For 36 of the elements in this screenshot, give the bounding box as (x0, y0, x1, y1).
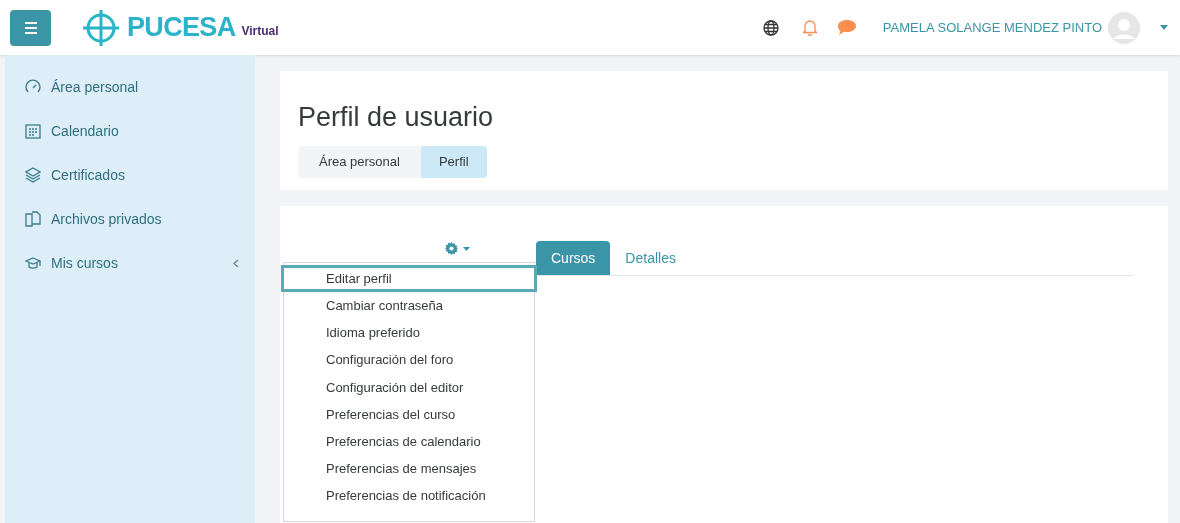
bell-icon[interactable] (802, 19, 817, 36)
breadcrumb-item[interactable]: Perfil (420, 145, 487, 178)
menu-item[interactable]: Preferencias del curso (284, 400, 534, 429)
logo-text: PUCESA (127, 11, 236, 45)
menu-item[interactable]: Configuración del foro (284, 346, 534, 374)
calendar-icon (25, 123, 41, 139)
menu-item[interactable]: Configuración del editor (284, 373, 534, 401)
menu-item[interactable]: Idioma preferido (284, 319, 534, 347)
caret-icon[interactable] (1160, 25, 1168, 30)
gear-icon (445, 242, 458, 255)
settings-button[interactable] (445, 242, 470, 255)
chat-icon[interactable] (836, 19, 857, 36)
gauge-icon (25, 79, 41, 95)
sidebar-item[interactable]: Área personal (5, 65, 255, 109)
sidebar-item[interactable]: Certificados (5, 153, 255, 197)
menu-item[interactable]: Preferencias de notificación (284, 482, 534, 510)
documents-icon (25, 211, 41, 227)
menu-button[interactable] (10, 9, 51, 46)
sidebar-item[interactable]: Calendario (5, 109, 255, 153)
menu-item[interactable]: Preferencias de mensajes (284, 455, 534, 483)
menu-item[interactable]: Cambiar contraseña (284, 292, 534, 320)
tab[interactable]: Detalles (610, 241, 691, 275)
globe-icon[interactable] (762, 19, 779, 36)
caret-icon (463, 246, 470, 251)
page-title: Perfil de usuario (298, 101, 495, 134)
breadcrumb-item[interactable]: Área personal (298, 145, 421, 178)
crosshair-logo-icon (81, 7, 121, 48)
menu-item[interactable]: Preferencias de calendario (284, 428, 534, 456)
menu-icon (23, 21, 38, 34)
graduation-cap-icon (25, 256, 41, 270)
logo-suffix: Virtual (241, 22, 279, 40)
user-name[interactable]: PAMELA SOLANGE MENDEZ PINTO (882, 17, 1102, 38)
menu-item[interactable]: Editar perfil (281, 265, 537, 293)
sidebar-item[interactable]: Archivos privados (5, 197, 255, 241)
sidebar-item[interactable]: Mis cursos (5, 241, 255, 285)
layers-icon (25, 167, 41, 183)
